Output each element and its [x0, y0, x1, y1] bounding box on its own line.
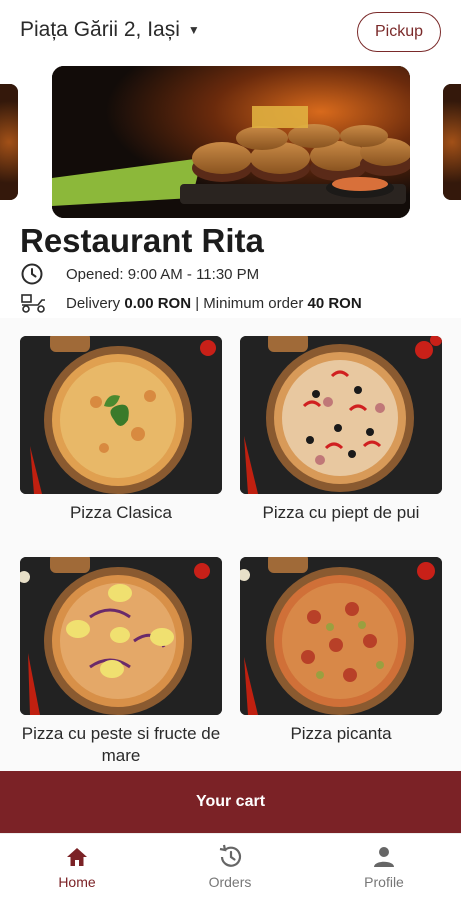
product-name: Pizza picanta [290, 724, 392, 743]
pizza-image [240, 336, 442, 494]
delivery-info: Delivery 0.00 RON | Minimum order 40 RON [20, 291, 362, 315]
address-text: Piața Gării 2, Iași [20, 18, 180, 41]
min-order-value: 40 RON [307, 294, 362, 312]
banner-prev-peek[interactable] [0, 84, 18, 200]
banner-next-peek[interactable] [443, 84, 461, 200]
person-icon [372, 844, 396, 870]
pickup-button[interactable]: Pickup [357, 12, 441, 52]
restaurant-name: Restaurant Rita [20, 222, 264, 259]
min-order-label: | Minimum order [195, 294, 304, 312]
caret-down-icon: ▼ [187, 23, 200, 37]
product-name: Pizza Clasica [69, 503, 173, 522]
nav-profile-label: Profile [364, 874, 404, 890]
bottom-navigation: Home Orders Profile [0, 833, 461, 900]
nav-profile[interactable]: Profile [334, 844, 434, 890]
history-icon [217, 844, 243, 870]
hours-text: Opened: 9:00 AM - 11:30 PM [66, 265, 260, 283]
nav-orders-label: Orders [208, 874, 252, 890]
nav-home[interactable]: Home [27, 844, 127, 890]
pizza-image [20, 557, 222, 715]
opening-hours: Opened: 9:00 AM - 11:30 PM [20, 262, 259, 286]
nav-orders[interactable]: Orders [180, 844, 280, 890]
product-grid: Pizza Clasica Pizza cu piept de pui Pizz… [0, 318, 461, 773]
delivery-scooter-icon [20, 291, 48, 315]
product-card[interactable]: Pizza picanta [240, 557, 442, 745]
delivery-label: Delivery [66, 294, 121, 312]
pizza-image [20, 336, 222, 494]
product-card[interactable]: Pizza cu peste si fructe de mare [20, 557, 222, 767]
product-card[interactable]: Pizza Clasica [20, 336, 222, 524]
nav-home-label: Home [58, 874, 96, 890]
product-card[interactable]: Pizza cu piept de pui [240, 336, 442, 524]
address-selector[interactable]: Piața Gării 2, Iași ▼ [20, 18, 200, 42]
product-name: Pizza cu piept de pui [262, 503, 420, 522]
top-bar: Piața Gării 2, Iași ▼ Pickup [0, 0, 461, 62]
banner-carousel[interactable] [0, 66, 461, 218]
your-cart-button[interactable]: Your cart [0, 771, 461, 833]
home-icon [64, 844, 90, 870]
delivery-fee: 0.00 RON [124, 294, 192, 312]
promo-banner[interactable] [52, 66, 410, 218]
pizza-image [240, 557, 442, 715]
clock-icon [20, 262, 48, 286]
product-name: Pizza cu peste si fructe de mare [21, 724, 221, 765]
